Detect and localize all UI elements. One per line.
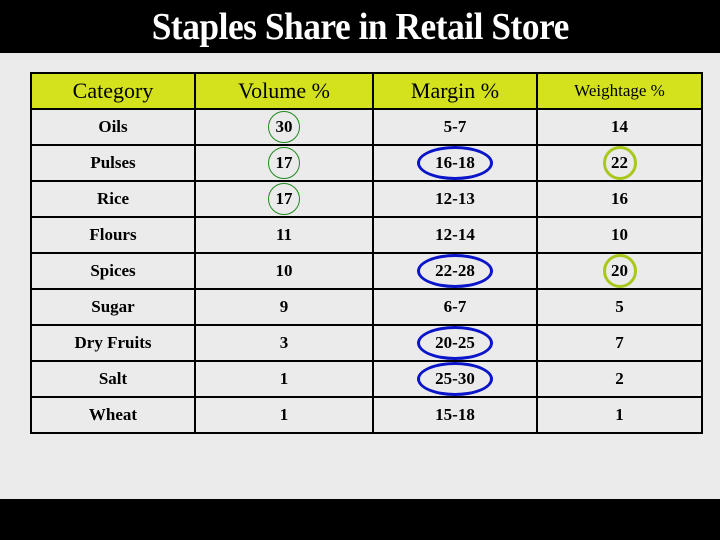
cell-margin: 20-25: [372, 324, 538, 362]
table-row: Rice 17 12-13 16: [30, 180, 703, 218]
category-value: Sugar: [91, 297, 135, 316]
volume-value-highlighted: 17: [275, 189, 293, 208]
volume-value: 3: [279, 333, 289, 352]
cell-volume: 11: [194, 216, 374, 254]
cell-volume: 1: [194, 396, 374, 434]
margin-value: 12-14: [435, 225, 475, 244]
table-row: Salt 1 25-30 2: [30, 360, 703, 398]
cell-category: Sugar: [30, 288, 196, 326]
cell-margin: 12-13: [372, 180, 538, 218]
cell-margin: 6-7: [372, 288, 538, 326]
table-body: Oils 30 5-7 14 Pulses 17 16-18 22 Rice 17 12-13 16 F…: [30, 108, 703, 434]
cell-category: Rice: [30, 180, 196, 218]
weightage-value-highlighted: 20: [611, 261, 628, 280]
category-value: Wheat: [88, 405, 138, 424]
cell-weightage: 1: [536, 396, 703, 434]
volume-value: 1: [279, 369, 289, 388]
category-value: Dry Fruits: [74, 333, 152, 352]
weightage-value: 2: [615, 369, 624, 388]
margin-value: 6-7: [443, 297, 467, 316]
category-value: Salt: [98, 369, 128, 388]
cell-margin: 12-14: [372, 216, 538, 254]
header-weightage: Weightage %: [536, 72, 703, 110]
margin-value: 5-7: [443, 117, 467, 136]
cell-weightage: 14: [536, 108, 703, 146]
cell-weightage: 2: [536, 360, 703, 398]
cell-margin: 15-18: [372, 396, 538, 434]
category-value: Oils: [98, 117, 128, 136]
table-row: Dry Fruits 3 20-25 7: [30, 324, 703, 362]
header-margin: Margin %: [372, 72, 538, 110]
weightage-value: 1: [615, 405, 624, 424]
margin-value-highlighted: 20-25: [435, 333, 475, 352]
table-row: Flours 11 12-14 10: [30, 216, 703, 254]
margin-value: 12-13: [435, 189, 475, 208]
cell-volume: 3: [194, 324, 374, 362]
weightage-value: 10: [611, 225, 628, 244]
margin-value-highlighted: 22-28: [435, 261, 475, 280]
cell-volume: 1: [194, 360, 374, 398]
title-bar: Staples Share in Retail Store: [0, 0, 720, 53]
table-row: Pulses 17 16-18 22: [30, 144, 703, 182]
cell-volume: 30: [194, 108, 374, 146]
cell-category: Wheat: [30, 396, 196, 434]
cell-weightage: 20: [536, 252, 703, 290]
cell-margin: 5-7: [372, 108, 538, 146]
cell-category: Oils: [30, 108, 196, 146]
weightage-value: 5: [615, 297, 624, 316]
volume-value: 11: [275, 225, 293, 244]
header-volume: Volume %: [194, 72, 374, 110]
cell-margin: 25-30: [372, 360, 538, 398]
cell-category: Salt: [30, 360, 196, 398]
volume-value-highlighted: 30: [275, 117, 293, 136]
weightage-value: 7: [615, 333, 624, 352]
category-value: Pulses: [90, 153, 136, 172]
page-title: Staples Share in Retail Store: [151, 5, 569, 48]
weightage-value: 16: [611, 189, 628, 208]
table-header-row: Category Volume % Margin % Weightage %: [30, 72, 703, 110]
cell-category: Pulses: [30, 144, 196, 182]
cell-volume: 10: [194, 252, 374, 290]
cell-category: Flours: [30, 216, 196, 254]
cell-volume: 17: [194, 144, 374, 182]
cell-weightage: 7: [536, 324, 703, 362]
margin-value-highlighted: 16-18: [435, 153, 475, 172]
cell-weightage: 16: [536, 180, 703, 218]
weightage-value: 14: [611, 117, 628, 136]
cell-volume: 17: [194, 180, 374, 218]
table-row: Spices 10 22-28 20: [30, 252, 703, 290]
cell-category: Spices: [30, 252, 196, 290]
cell-volume: 9: [194, 288, 374, 326]
category-value: Flours: [89, 225, 137, 244]
table-row: Oils 30 5-7 14: [30, 108, 703, 146]
table-row: Sugar 9 6-7 5: [30, 288, 703, 326]
footer-bar: [0, 499, 720, 540]
cell-category: Dry Fruits: [30, 324, 196, 362]
volume-value-highlighted: 17: [275, 153, 293, 172]
cell-margin: 16-18: [372, 144, 538, 182]
cell-margin: 22-28: [372, 252, 538, 290]
volume-value: 1: [279, 405, 289, 424]
cell-weightage: 5: [536, 288, 703, 326]
header-category: Category: [30, 72, 196, 110]
category-value: Spices: [90, 261, 136, 280]
volume-value: 10: [275, 261, 293, 280]
table-row: Wheat 1 15-18 1: [30, 396, 703, 434]
margin-value-highlighted: 25-30: [435, 369, 475, 388]
weightage-value-highlighted: 22: [611, 153, 628, 172]
category-value: Rice: [96, 189, 130, 208]
staples-table: Category Volume % Margin % Weightage % O…: [30, 72, 703, 434]
cell-weightage: 10: [536, 216, 703, 254]
volume-value: 9: [279, 297, 289, 316]
margin-value: 15-18: [435, 405, 475, 424]
cell-weightage: 22: [536, 144, 703, 182]
